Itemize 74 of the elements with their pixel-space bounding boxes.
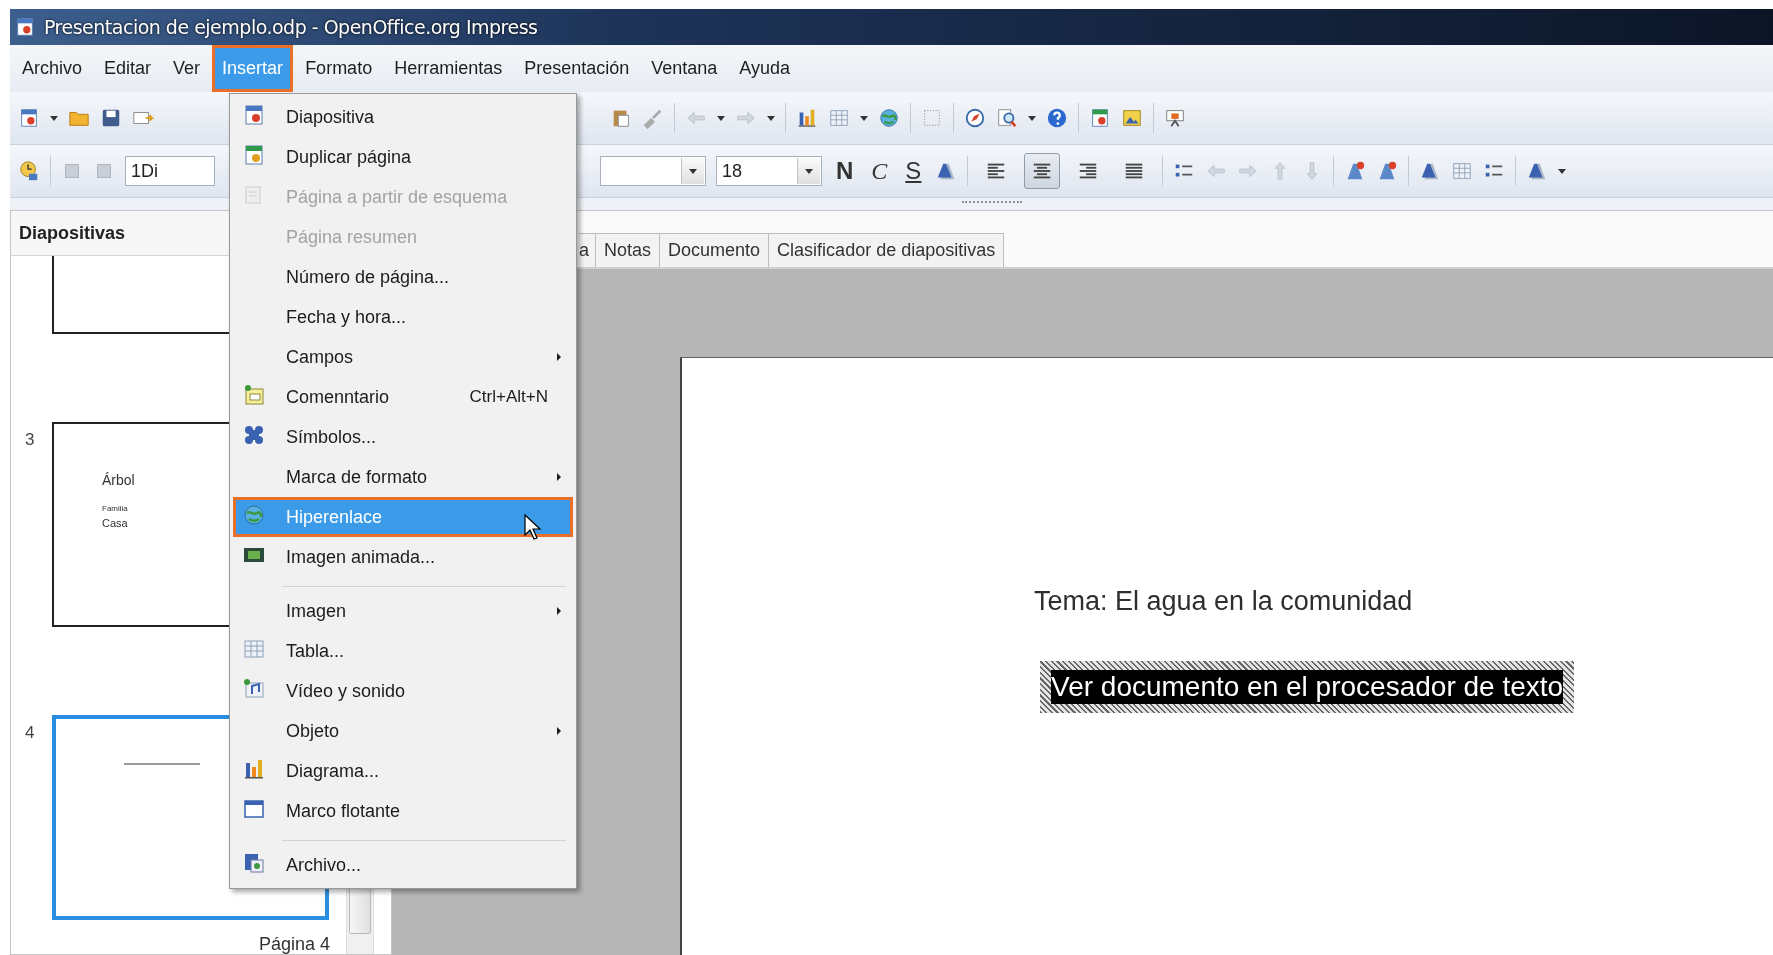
menu-item[interactable]: Archivo... <box>233 831 573 885</box>
caret-icon[interactable] <box>860 115 868 121</box>
window-title: Presentacion de ejemplo.odp - OpenOffice.org Impress <box>44 16 538 38</box>
submenu-arrow-icon <box>557 727 561 735</box>
text-style-button[interactable]: N <box>832 157 858 185</box>
caret-icon[interactable] <box>1028 115 1036 121</box>
menu-bar-item[interactable]: Editar <box>94 45 162 92</box>
menu-item[interactable]: Fecha y hora... <box>233 297 573 337</box>
menu-item[interactable]: Duplicar página <box>233 137 573 177</box>
text-style-button[interactable]: C <box>867 157 892 185</box>
align-button[interactable] <box>1024 153 1061 189</box>
menu-bar-item[interactable]: Presentación <box>514 45 640 92</box>
caret-icon[interactable] <box>767 115 775 121</box>
view-tab[interactable]: Notas <box>595 233 661 267</box>
compass-icon[interactable] <box>964 107 986 129</box>
menu-item[interactable]: Vídeo y sonido <box>233 671 573 711</box>
menu-bar-item[interactable]: Ventana <box>641 45 728 92</box>
caret-icon[interactable] <box>1558 168 1567 174</box>
slide-icon[interactable] <box>1089 107 1111 129</box>
clock-icon[interactable] <box>18 160 40 182</box>
globe-icon <box>242 502 266 527</box>
slide-icon[interactable] <box>18 107 40 129</box>
slide-icon <box>14 16 36 38</box>
font-size-field[interactable]: 18 <box>716 156 822 186</box>
thumbnail-text: Casa <box>102 517 128 529</box>
menu-bar-item[interactable]: Formato <box>295 45 383 92</box>
caret-icon[interactable] <box>717 115 725 121</box>
dot-grid-icon[interactable] <box>921 107 943 129</box>
submenu-arrow-icon <box>557 353 561 361</box>
caret-icon[interactable] <box>689 168 697 174</box>
view-tab[interactable]: Clasificador de diapositivas <box>768 233 1005 267</box>
panel-title: Diapositivas <box>19 222 126 244</box>
style-field[interactable]: 1Di <box>125 156 215 186</box>
bar-chart-icon[interactable] <box>796 107 818 129</box>
slide-text: Tema: El agua en la comunidad <box>1034 586 1413 617</box>
slide-number: 4 <box>24 722 36 744</box>
hyperlink-text[interactable]: Ver documento en el procesador de texto <box>1051 670 1564 704</box>
music-note-icon <box>242 676 266 701</box>
projector-icon[interactable] <box>1164 107 1186 129</box>
globe-icon[interactable] <box>878 107 900 129</box>
slide-number: 3 <box>24 429 36 451</box>
menu-bar-item[interactable]: Herramientas <box>384 45 513 92</box>
menu-bar-item[interactable]: Ver <box>163 45 211 92</box>
view-tab[interactable]: Documento <box>659 233 770 267</box>
slide-caption: Página 4 <box>258 934 330 954</box>
submenu-arrow-icon <box>557 607 561 615</box>
help-icon[interactable] <box>1046 107 1068 129</box>
menu-item[interactable]: Objeto <box>233 711 573 751</box>
font-name-field[interactable] <box>600 156 706 186</box>
text-style-button[interactable]: S <box>901 157 926 185</box>
menu-item[interactable]: Campos <box>233 337 573 377</box>
duplicate-icon <box>242 142 266 167</box>
submenu-arrow-icon <box>557 473 561 481</box>
thumbnail-text: Árbol <box>102 472 135 488</box>
menu-item[interactable]: Diagrama... <box>233 751 573 791</box>
image-icon[interactable] <box>1121 107 1143 129</box>
menu-bar-item[interactable]: Archivo <box>12 45 93 92</box>
selection-frame[interactable]: Ver documento en el procesador de texto <box>1040 661 1575 713</box>
grip-handle[interactable] <box>961 201 1022 206</box>
caret-icon[interactable] <box>50 115 58 121</box>
save-icon[interactable] <box>100 107 122 129</box>
shortcut-label: Ctrl+Alt+N <box>468 387 548 407</box>
menu-item[interactable]: Diapositiva <box>233 97 573 137</box>
menu-item[interactable]: Número de página... <box>233 257 573 297</box>
menu-item[interactable]: Tabla... <box>233 631 573 671</box>
thumbnail-text: Familia <box>102 504 128 513</box>
menu-item[interactable]: Comenntario Ctrl+Alt+N <box>233 377 573 417</box>
menu-bar-item[interactable]: Ayuda <box>729 45 801 92</box>
zoom-icon[interactable] <box>996 107 1018 129</box>
mouse-pointer-icon <box>524 514 544 542</box>
menu-item[interactable]: Marco flotante <box>233 791 573 831</box>
note-icon <box>242 382 266 407</box>
caret-icon[interactable] <box>805 168 813 174</box>
slide-icon <box>242 102 266 127</box>
